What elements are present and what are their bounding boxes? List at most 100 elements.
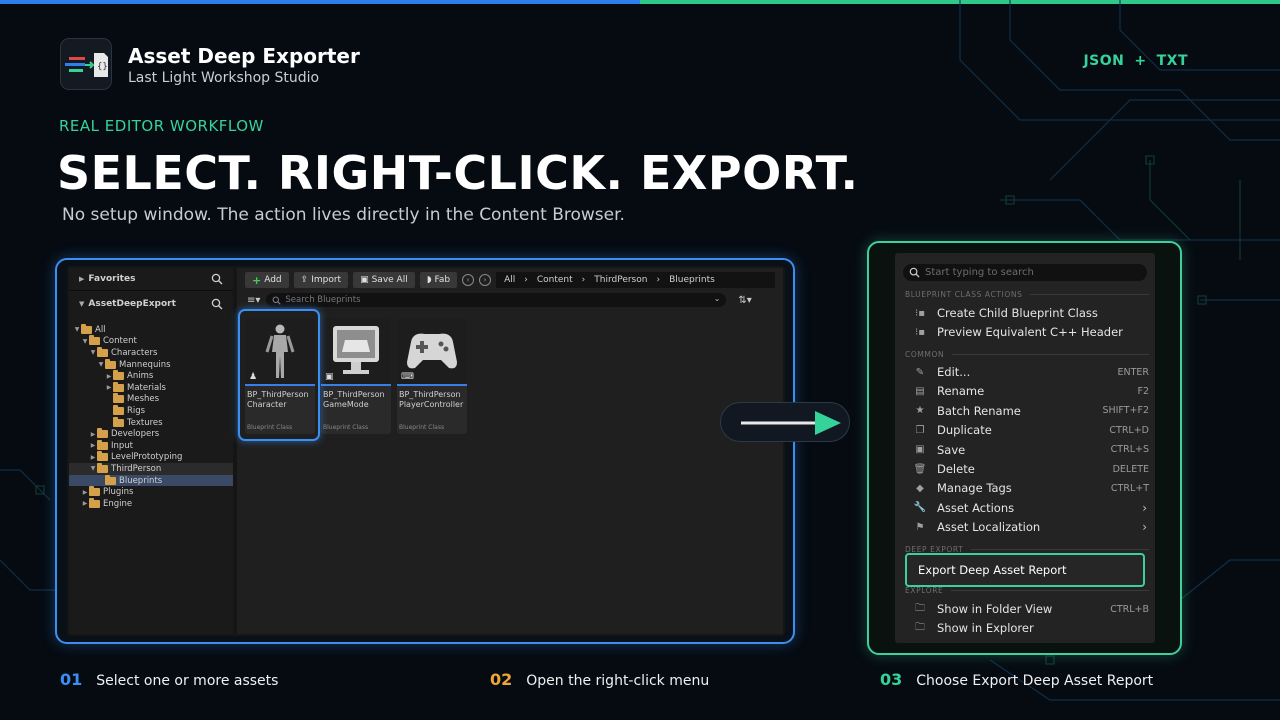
favorites-label: Favorites	[88, 274, 136, 284]
menu-item-manage-tags[interactable]: ◆ Manage Tags CTRL+T	[913, 479, 1149, 497]
search-icon	[272, 296, 282, 305]
controller-class-icon: ⌨	[401, 372, 414, 382]
project-label: AssetDeepExport	[88, 299, 176, 309]
expand-arrow-icon[interactable]: ▼	[81, 338, 89, 345]
flow-arrow	[720, 402, 850, 442]
forward-icon[interactable]: ›	[479, 274, 492, 286]
tree-item-label: Anims	[127, 371, 154, 382]
tree-item-label: Meshes	[127, 394, 160, 405]
menu-item-edit[interactable]: ✎ Edit... ENTER	[913, 363, 1149, 381]
duplicate-icon: ❐	[915, 424, 925, 436]
favorites-header[interactable]: ▶ Favorites	[69, 268, 233, 290]
tree-item[interactable]: Textures	[69, 416, 233, 429]
section-header-explore: EXPLORE	[905, 586, 1149, 595]
collapse-arrow-icon[interactable]: ▶	[89, 431, 97, 438]
breadcrumb-item[interactable]: All	[504, 275, 515, 285]
filter-bar: ≡▾ Search Blueprints ⌄ ⇅▾	[237, 292, 783, 308]
menu-item-show-in-folder-view[interactable]: 🗀 Show in Folder View CTRL+B	[913, 600, 1149, 618]
tree-item[interactable]: ▼ ThirdPerson	[69, 462, 233, 475]
step-label: Choose Export Deep Asset Report	[916, 673, 1154, 689]
tree-item[interactable]: ▶ Input	[69, 439, 233, 452]
collapse-arrow-icon[interactable]: ▶	[89, 454, 97, 461]
headline: SELECT. RIGHT-CLICK. EXPORT.	[57, 146, 859, 200]
chevron-down-icon[interactable]: ⌄	[714, 294, 721, 303]
folder-icon	[89, 486, 100, 497]
search-input[interactable]: Search Blueprints ⌄	[266, 293, 727, 307]
menu-item-asset-localization[interactable]: ⚑ Asset Localization ›	[913, 518, 1149, 536]
context-menu: Start typing to search BLUEPRINT CLASS A…	[895, 253, 1155, 643]
search-icon[interactable]	[211, 298, 223, 310]
collapse-arrow-icon[interactable]: ▶	[89, 442, 97, 449]
expand-arrow-icon[interactable]: ▼	[89, 349, 97, 356]
step-2: 02 Open the right-click menu	[490, 670, 709, 689]
asset-tile-playercontroller[interactable]: ⌨ BP_ThirdPerson PlayerController Bluepri…	[397, 318, 467, 434]
plus-icon: +	[252, 273, 262, 287]
menu-item-save[interactable]: ▣ Save CTRL+S	[913, 441, 1149, 459]
tree-item[interactable]: Rigs	[69, 404, 233, 417]
fab-icon: ◗	[426, 275, 432, 285]
tree-item-label: Mannequins	[119, 359, 171, 370]
section-header-common: COMMON	[905, 350, 1149, 359]
collapse-arrow-icon[interactable]: ▶	[81, 500, 89, 507]
menu-item-show-in-explorer[interactable]: 🗀 Show in Explorer	[913, 619, 1149, 637]
tree-item[interactable]: ▶ Engine	[69, 497, 233, 510]
sort-icon[interactable]: ⇅▾	[738, 295, 751, 306]
expand-arrow-icon[interactable]: ▼	[97, 361, 105, 368]
collapse-arrow-icon[interactable]: ▶	[105, 384, 113, 391]
filter-icon[interactable]: ≡▾	[247, 295, 260, 306]
step-label: Open the right-click menu	[526, 673, 710, 689]
tree-item-label: ThirdPerson	[111, 463, 162, 474]
collapse-arrow-icon[interactable]: ▶	[81, 489, 89, 496]
menu-item-preview-header[interactable]: ⁝▪ Preview Equivalent C++ Header	[913, 323, 1149, 341]
collapse-arrow-icon[interactable]: ▶	[105, 373, 113, 380]
pencil-icon: ✎	[915, 366, 925, 378]
save-all-button[interactable]: ▣ Save All	[353, 272, 415, 288]
tree-item[interactable]: ▶ Developers	[69, 428, 233, 440]
document-export-icon: {}	[65, 53, 108, 77]
tree-item[interactable]: ▶ LevelPrototyping	[69, 451, 233, 464]
blueprint-node-icon: ⁝▪	[915, 307, 925, 319]
tree-item-label: Blueprints	[119, 475, 163, 486]
tree-item[interactable]: ▶ Anims	[69, 370, 233, 382]
tree-item[interactable]: ▶ Plugins	[69, 486, 233, 498]
step-label: Select one or more assets	[96, 673, 279, 689]
tree-item[interactable]: Blueprints	[69, 474, 233, 487]
expand-arrow-icon[interactable]: ▼	[89, 465, 97, 472]
format-json: JSON	[1083, 53, 1125, 69]
breadcrumb-item[interactable]: Blueprints	[669, 275, 715, 285]
menu-item-batch-rename[interactable]: ★ Batch Rename SHIFT+F2	[913, 402, 1149, 420]
tree-item[interactable]: ▼ Characters	[69, 346, 233, 359]
menu-item-create-child[interactable]: ⁝▪ Create Child Blueprint Class	[913, 304, 1149, 322]
menu-item-delete[interactable]: 🗑 Delete DELETE	[913, 460, 1149, 478]
back-icon[interactable]: ‹	[462, 274, 475, 286]
search-icon[interactable]	[211, 273, 223, 285]
import-button[interactable]: ⇪ Import	[293, 272, 349, 288]
folder-icon	[97, 428, 108, 439]
add-button[interactable]: + Add	[245, 272, 289, 288]
project-header[interactable]: ▼ AssetDeepExport	[69, 293, 233, 315]
fab-button[interactable]: ◗ Fab	[419, 272, 458, 288]
format-badge: JSON + TXT	[1083, 53, 1188, 69]
menu-search-input[interactable]: Start typing to search	[903, 264, 1147, 281]
menu-item-export-deep-asset-report[interactable]: Export Deep Asset Report	[905, 553, 1145, 587]
app-subtitle: Last Light Workshop Studio	[128, 70, 320, 86]
tree-item[interactable]: ▼ Content	[69, 335, 233, 348]
asset-tile-gamemode[interactable]: ▣ BP_ThirdPerson GameMode Blueprint Class	[321, 318, 391, 434]
breadcrumb-separator-icon: ›	[581, 275, 586, 285]
tree-item[interactable]: ▼ All	[69, 323, 233, 336]
menu-item-rename[interactable]: ▤ Rename F2	[913, 382, 1149, 400]
content-browser-window: ▶ Favorites ▼ AssetDeepExport ▼ All ▼ Conte…	[67, 266, 785, 636]
tree-item[interactable]: Meshes	[69, 393, 233, 406]
breadcrumb-item[interactable]: ThirdPerson	[594, 275, 647, 285]
breadcrumb-item[interactable]: Content	[537, 275, 573, 285]
tag-icon: ◆	[916, 482, 924, 494]
expand-arrow-icon[interactable]: ▼	[73, 326, 81, 333]
step-number: 01	[60, 670, 83, 689]
tree-item[interactable]: ▶ Materials	[69, 381, 233, 394]
tree-item[interactable]: ▼ Mannequins	[69, 358, 233, 371]
svg-text:{}: {}	[97, 62, 108, 72]
menu-item-asset-actions[interactable]: 🔧 Asset Actions ›	[913, 499, 1149, 517]
content-browser-frame: ▶ Favorites ▼ AssetDeepExport ▼ All ▼ Conte…	[55, 258, 795, 644]
menu-item-duplicate[interactable]: ❐ Duplicate CTRL+D	[913, 421, 1149, 439]
folder-icon	[89, 335, 100, 346]
